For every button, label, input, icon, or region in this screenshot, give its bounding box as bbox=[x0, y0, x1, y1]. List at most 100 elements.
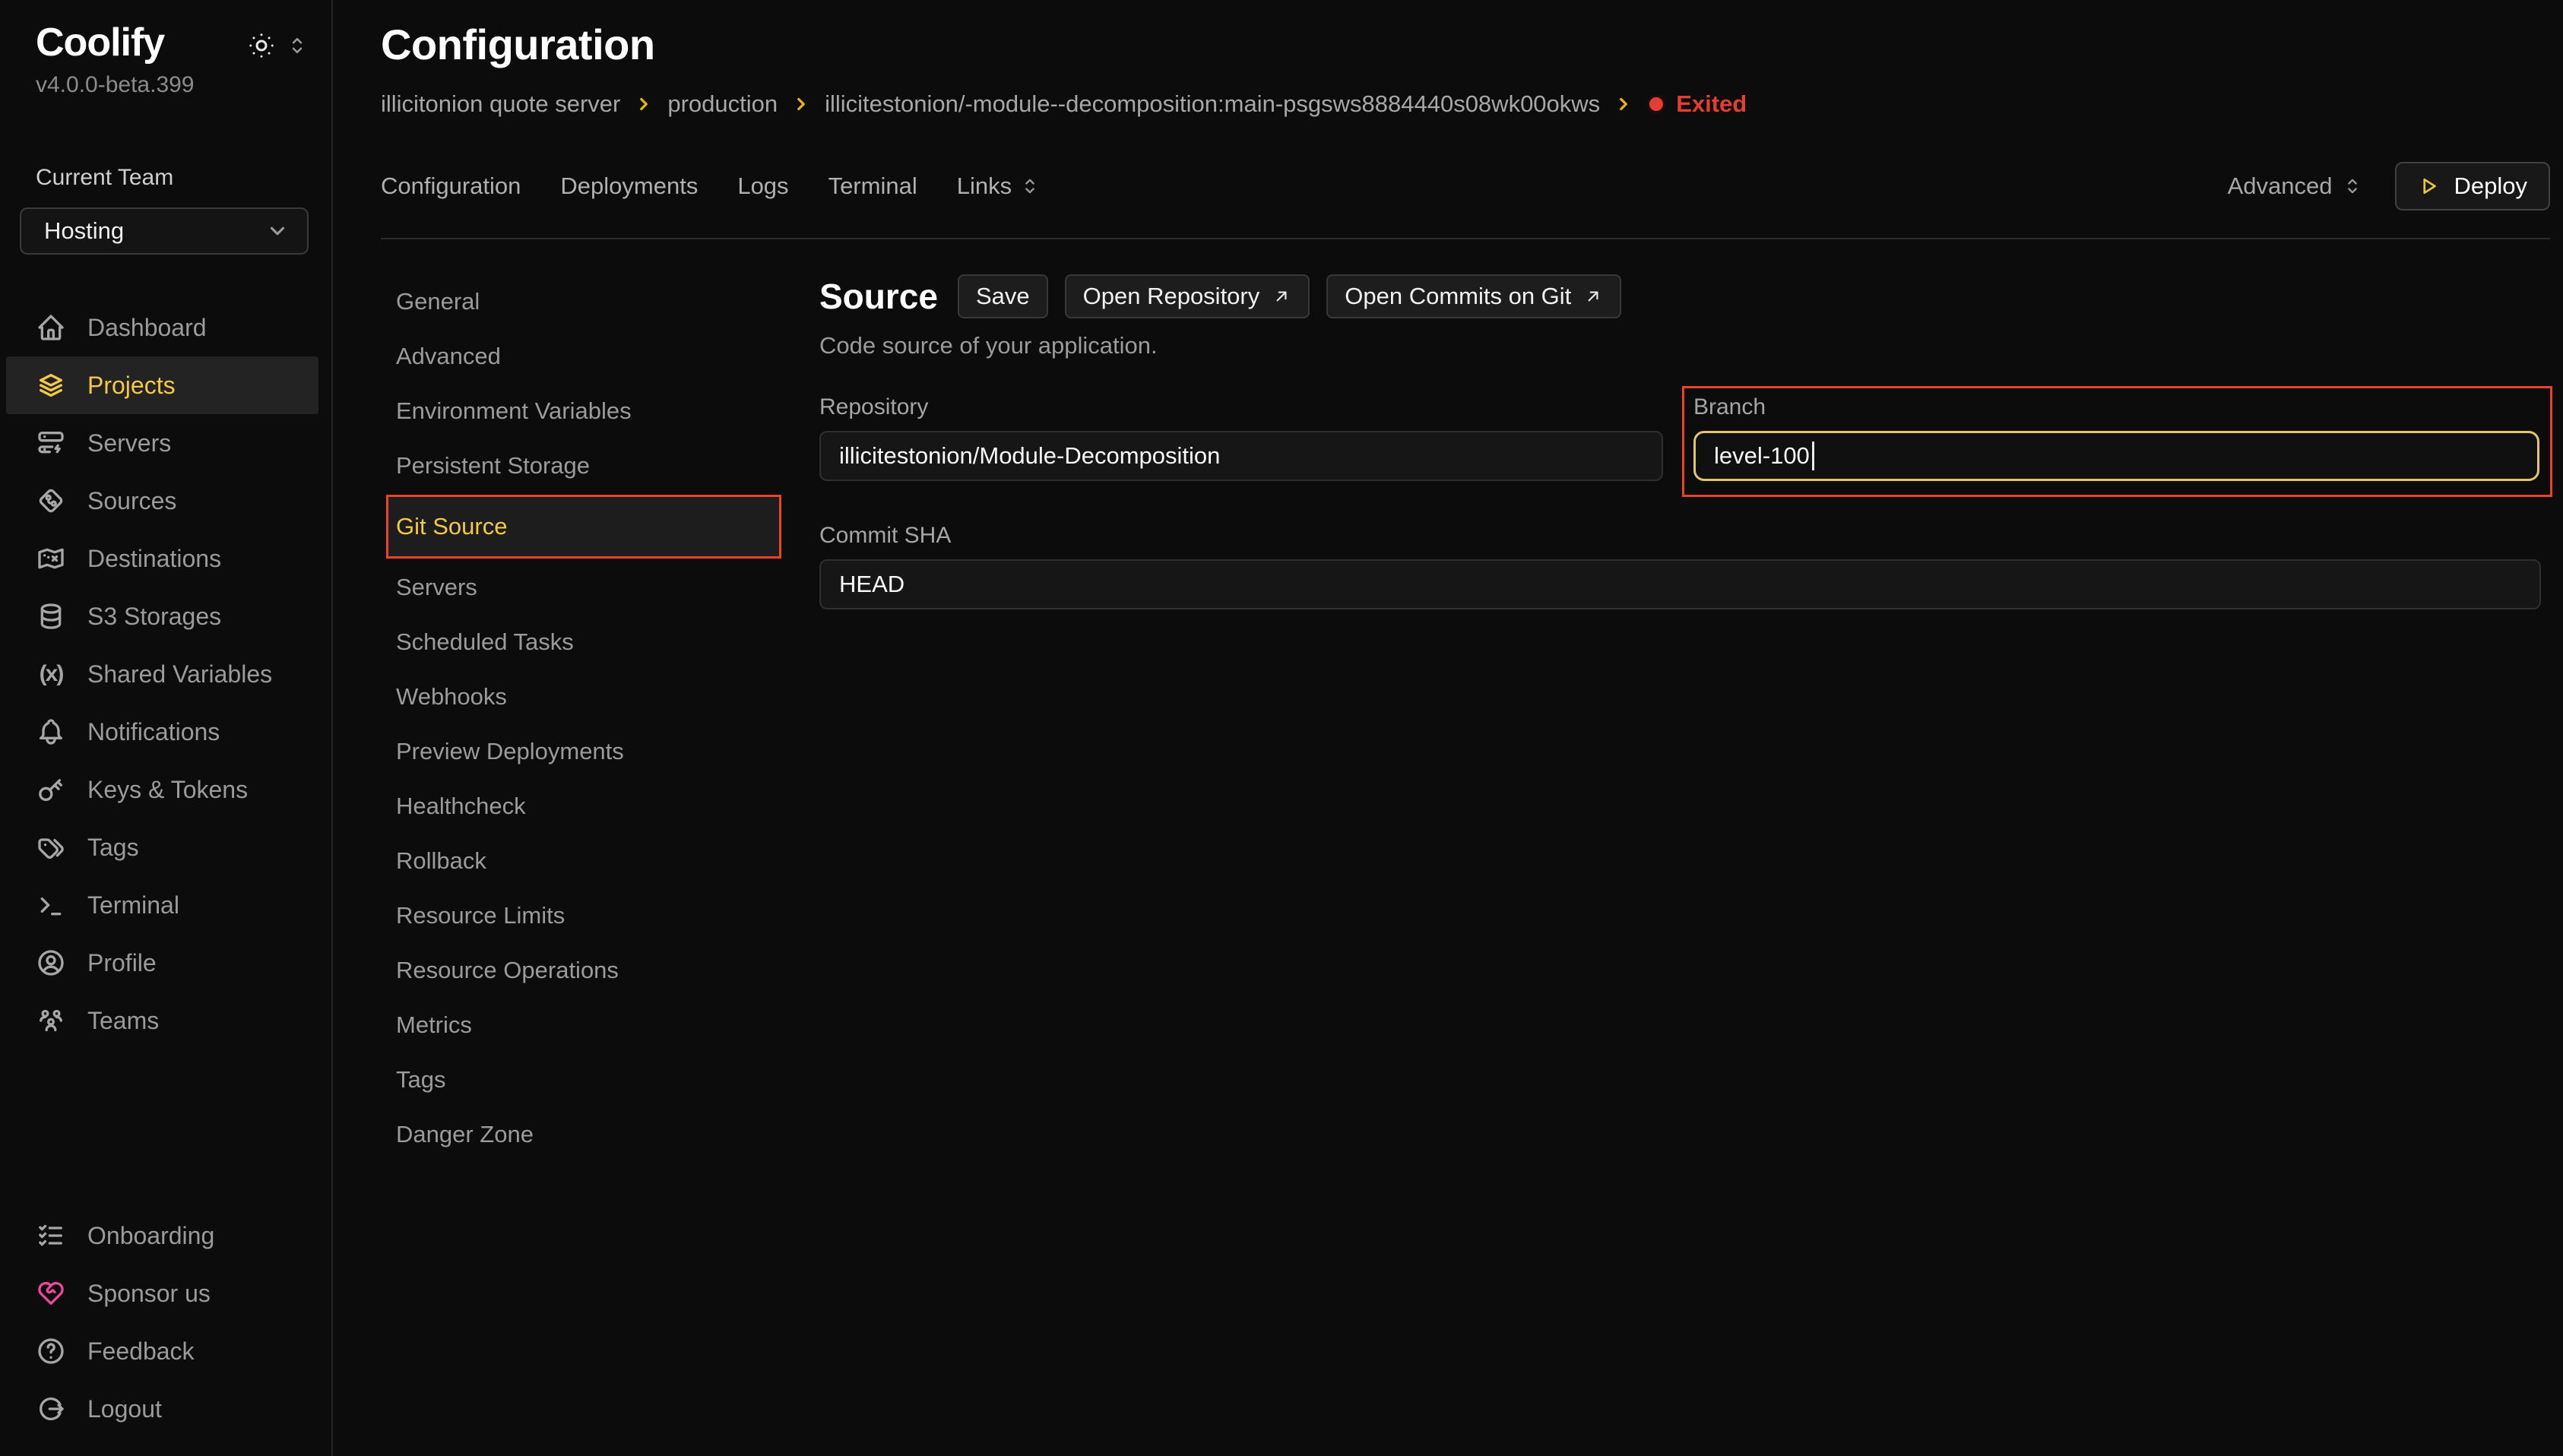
subnav-item-git-source[interactable]: Git Source bbox=[388, 497, 779, 556]
subnav-item-servers[interactable]: Servers bbox=[381, 560, 819, 615]
sidebar-item-label: Destinations bbox=[87, 545, 221, 573]
sidebar-item-onboarding[interactable]: Onboarding bbox=[0, 1207, 331, 1265]
subnav-item-scheduled-tasks[interactable]: Scheduled Tasks bbox=[381, 615, 819, 669]
tabs-bar: Configuration Deployments Logs Terminal … bbox=[381, 162, 2550, 210]
subnav-item-advanced[interactable]: Advanced bbox=[381, 329, 819, 384]
status-label: Exited bbox=[1676, 90, 1747, 118]
repository-input[interactable]: illicitestonion/Module-Decomposition bbox=[819, 431, 1663, 481]
tab-links-label: Links bbox=[957, 173, 1012, 200]
commit-sha-field-group: Commit SHA HEAD bbox=[819, 523, 2550, 609]
settings-subnav: General Advanced Environment Variables P… bbox=[381, 274, 819, 1456]
deploy-button[interactable]: Deploy bbox=[2395, 162, 2551, 210]
tab-terminal[interactable]: Terminal bbox=[828, 173, 917, 200]
sidebar-item-s3-storages[interactable]: S3 Storages bbox=[0, 587, 331, 645]
git-source-icon bbox=[36, 486, 66, 516]
subnav-item-rollback[interactable]: Rollback bbox=[381, 834, 819, 888]
sidebar-item-label: Notifications bbox=[87, 718, 220, 746]
advanced-dropdown[interactable]: Advanced bbox=[2228, 173, 2363, 200]
sidebar-item-label: Servers bbox=[87, 429, 171, 457]
sidebar-item-label: S3 Storages bbox=[87, 603, 221, 631]
sidebar-item-label: Onboarding bbox=[87, 1222, 214, 1250]
subnav-item-tags[interactable]: Tags bbox=[381, 1052, 819, 1107]
breadcrumb-resource[interactable]: illicitestonion/-module--decomposition:m… bbox=[825, 90, 1600, 118]
open-repository-button[interactable]: Open Repository bbox=[1065, 274, 1310, 318]
subnav-item-webhooks[interactable]: Webhooks bbox=[381, 669, 819, 724]
repository-value: illicitestonion/Module-Decomposition bbox=[839, 442, 1220, 470]
database-icon bbox=[36, 601, 66, 631]
subnav-item-metrics[interactable]: Metrics bbox=[381, 998, 819, 1052]
deploy-label: Deploy bbox=[2454, 173, 2528, 200]
sidebar-item-label: Sources bbox=[87, 487, 176, 515]
sidebar-footer-nav: Onboarding Sponsor us Feedback Logout bbox=[0, 1207, 331, 1438]
main-area: Configuration illicitonion quote server … bbox=[333, 0, 2563, 1456]
sidebar: Coolify v4.0.0-beta.399 Current Team Hos… bbox=[0, 0, 333, 1456]
sidebar-item-servers[interactable]: Servers bbox=[0, 414, 331, 472]
sidebar-item-label: Shared Variables bbox=[87, 660, 272, 688]
sidebar-item-sources[interactable]: Sources bbox=[0, 472, 331, 530]
chevron-down-icon bbox=[266, 220, 289, 242]
open-commits-label: Open Commits on Git bbox=[1345, 283, 1571, 310]
subnav-item-resource-limits[interactable]: Resource Limits bbox=[381, 888, 819, 943]
variable-icon: (x) bbox=[36, 661, 66, 687]
map-icon bbox=[36, 543, 66, 574]
tab-logs[interactable]: Logs bbox=[737, 173, 788, 200]
user-circle-icon bbox=[36, 948, 66, 978]
sidebar-item-terminal[interactable]: Terminal bbox=[0, 876, 331, 934]
sidebar-item-label: Terminal bbox=[87, 891, 179, 919]
external-link-icon bbox=[1583, 286, 1603, 306]
tab-configuration[interactable]: Configuration bbox=[381, 173, 521, 200]
subnav-item-resource-operations[interactable]: Resource Operations bbox=[381, 943, 819, 998]
subnav-item-environment-variables[interactable]: Environment Variables bbox=[381, 384, 819, 438]
team-select[interactable]: Hosting bbox=[20, 207, 309, 255]
external-link-icon bbox=[1272, 286, 1291, 306]
breadcrumb-project[interactable]: illicitonion quote server bbox=[381, 90, 620, 118]
selector-chevrons-icon bbox=[1019, 176, 1041, 197]
team-select-value: Hosting bbox=[44, 217, 124, 245]
sun-icon bbox=[248, 32, 275, 59]
breadcrumb-environment[interactable]: production bbox=[667, 90, 778, 118]
subnav-item-danger-zone[interactable]: Danger Zone bbox=[381, 1107, 819, 1162]
sidebar-item-tags[interactable]: Tags bbox=[0, 818, 331, 876]
open-commits-button[interactable]: Open Commits on Git bbox=[1326, 274, 1621, 318]
selector-chevrons-icon bbox=[2342, 176, 2363, 197]
sidebar-item-dashboard[interactable]: Dashboard bbox=[0, 299, 331, 356]
sidebar-item-shared-variables[interactable]: (x) Shared Variables bbox=[0, 645, 331, 703]
save-button[interactable]: Save bbox=[958, 274, 1048, 318]
subnav-item-healthcheck[interactable]: Healthcheck bbox=[381, 779, 819, 834]
sidebar-item-label: Projects bbox=[87, 372, 176, 400]
sidebar-item-profile[interactable]: Profile bbox=[0, 934, 331, 992]
selector-chevrons-icon bbox=[286, 34, 309, 57]
sidebar-item-label: Sponsor us bbox=[87, 1280, 211, 1308]
sidebar-item-label: Profile bbox=[87, 949, 157, 977]
server-icon bbox=[36, 428, 66, 458]
breadcrumb: illicitonion quote server production ill… bbox=[381, 90, 2550, 118]
advanced-label: Advanced bbox=[2228, 173, 2333, 200]
sidebar-item-logout[interactable]: Logout bbox=[0, 1380, 331, 1438]
subnav-item-persistent-storage[interactable]: Persistent Storage bbox=[381, 438, 819, 493]
subnav-item-general[interactable]: General bbox=[381, 274, 819, 329]
tab-deployments[interactable]: Deployments bbox=[560, 173, 698, 200]
sidebar-item-destinations[interactable]: Destinations bbox=[0, 530, 331, 587]
help-circle-icon bbox=[36, 1336, 66, 1366]
sidebar-item-label: Tags bbox=[87, 834, 139, 862]
sidebar-item-feedback[interactable]: Feedback bbox=[0, 1322, 331, 1380]
section-description: Code source of your application. bbox=[819, 332, 2550, 359]
tab-links[interactable]: Links bbox=[957, 173, 1041, 200]
commit-sha-input[interactable]: HEAD bbox=[819, 559, 2541, 609]
checklist-icon bbox=[36, 1220, 66, 1251]
logout-icon bbox=[36, 1394, 66, 1424]
status-dot-icon bbox=[1647, 95, 1665, 113]
sidebar-nav: Dashboard Projects Servers Sources Desti… bbox=[0, 299, 331, 1049]
theme-toggle[interactable] bbox=[248, 32, 309, 59]
sidebar-item-notifications[interactable]: Notifications bbox=[0, 703, 331, 761]
branch-input[interactable]: level-100 bbox=[1693, 431, 2539, 481]
sidebar-item-projects[interactable]: Projects bbox=[6, 356, 318, 414]
sidebar-item-keys-tokens[interactable]: Keys & Tokens bbox=[0, 761, 331, 818]
sidebar-item-teams[interactable]: Teams bbox=[0, 992, 331, 1049]
subnav-item-preview-deployments[interactable]: Preview Deployments bbox=[381, 724, 819, 779]
current-team-label: Current Team bbox=[20, 165, 309, 191]
tags-icon bbox=[36, 832, 66, 863]
sidebar-item-sponsor-us[interactable]: Sponsor us bbox=[0, 1265, 331, 1322]
sidebar-item-label: Teams bbox=[87, 1007, 159, 1035]
annotation-box-branch: Branch level-100 bbox=[1682, 386, 2552, 497]
